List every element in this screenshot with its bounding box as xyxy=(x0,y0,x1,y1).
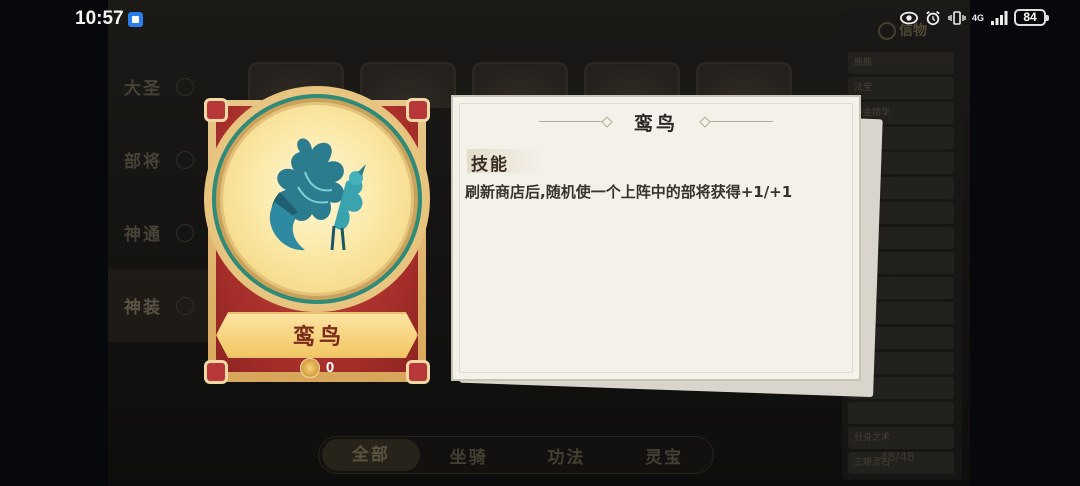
corner-ornament xyxy=(204,98,228,122)
status-bar: 10:57 4G 84 xyxy=(0,0,1080,38)
item-card: 鸾鸟 0 xyxy=(204,86,430,384)
clock: 10:57 xyxy=(75,8,124,29)
status-icons: 4G 84 xyxy=(899,9,1049,26)
eye-icon xyxy=(899,11,918,24)
phoenix-icon xyxy=(269,138,366,251)
network-type: 4G xyxy=(971,12,984,23)
description-panel-border xyxy=(459,103,853,373)
item-cost: 0 xyxy=(204,358,430,378)
cost-value: 0 xyxy=(325,358,335,376)
app-notification-icon xyxy=(128,12,143,27)
skill-section-label: 技能 xyxy=(471,155,509,175)
battery-indicator: 84 xyxy=(1014,9,1049,26)
portrait-medallion xyxy=(204,86,430,312)
description-title: 鸾鸟 xyxy=(633,113,678,135)
alarm-icon xyxy=(926,10,940,25)
skill-description: 刷新商店后,随机使一个上阵中的部将获得+1/+1 xyxy=(465,183,793,201)
description-panel: 鸾鸟 技能 刷新商店后,随机使一个上阵中的部将获得+1/+1 xyxy=(451,95,861,381)
coin-icon xyxy=(299,358,320,378)
vibrate-icon xyxy=(948,10,966,25)
item-name-plate: 鸾鸟 xyxy=(216,312,418,358)
corner-ornament xyxy=(406,98,430,122)
item-name: 鸾鸟 xyxy=(292,324,345,350)
signal-icon xyxy=(991,10,1008,25)
